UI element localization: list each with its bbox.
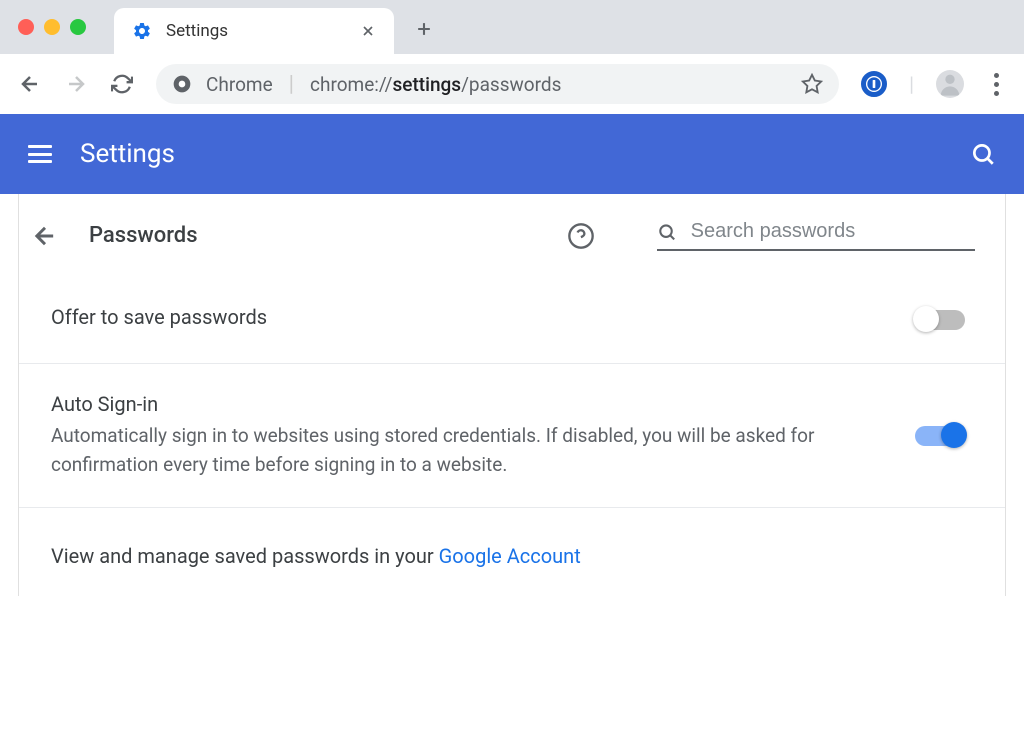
- browser-tab[interactable]: Settings: [114, 8, 394, 54]
- reload-button[interactable]: [110, 72, 134, 96]
- browser-chrome: Settings Chrome | chrome://settings/pass…: [0, 0, 1024, 114]
- chrome-icon: [172, 74, 192, 94]
- sub-header: Passwords: [19, 194, 1005, 277]
- back-arrow-icon[interactable]: [31, 222, 59, 250]
- settings-header: Settings: [0, 114, 1024, 194]
- window-controls: [18, 19, 86, 35]
- maximize-window-button[interactable]: [70, 19, 86, 35]
- search-icon: [657, 221, 677, 243]
- content-card: Passwords Offer to save passwords Auto S…: [18, 194, 1006, 596]
- gear-icon: [132, 21, 152, 41]
- auto-signin-title: Auto Sign-in: [51, 392, 875, 416]
- hamburger-menu-button[interactable]: [28, 145, 52, 163]
- toolbar-divider: |: [909, 72, 914, 96]
- offer-save-title: Offer to save passwords: [51, 305, 875, 329]
- auto-signin-desc: Automatically sign in to websites using …: [51, 422, 875, 479]
- page-title: Passwords: [89, 223, 198, 248]
- search-passwords-field[interactable]: [657, 220, 975, 251]
- offer-save-passwords-row: Offer to save passwords: [19, 277, 1005, 364]
- address-chrome-label: Chrome: [206, 73, 273, 96]
- settings-title: Settings: [80, 139, 175, 169]
- browser-menu-button[interactable]: [986, 73, 1006, 96]
- browser-toolbar: Chrome | chrome://settings/passwords |: [0, 54, 1024, 114]
- bookmark-star-icon[interactable]: [801, 73, 823, 95]
- profile-avatar[interactable]: [936, 70, 964, 98]
- new-tab-button[interactable]: [414, 19, 434, 39]
- extension-1password-icon[interactable]: [861, 71, 887, 97]
- manage-passwords-row: View and manage saved passwords in your …: [19, 508, 1005, 596]
- search-icon[interactable]: [970, 141, 996, 167]
- manage-text: View and manage saved passwords in your: [51, 544, 439, 568]
- search-passwords-input[interactable]: [691, 220, 975, 243]
- google-account-link[interactable]: Google Account: [439, 544, 581, 568]
- back-button[interactable]: [18, 72, 42, 96]
- forward-button[interactable]: [64, 72, 88, 96]
- auto-signin-row: Auto Sign-in Automatically sign in to we…: [19, 364, 1005, 508]
- tab-bar: Settings: [0, 0, 1024, 54]
- help-icon[interactable]: [567, 222, 595, 250]
- close-window-button[interactable]: [18, 19, 34, 35]
- offer-save-toggle[interactable]: [915, 310, 965, 330]
- address-bar[interactable]: Chrome | chrome://settings/passwords: [156, 64, 839, 104]
- auto-signin-toggle[interactable]: [915, 426, 965, 446]
- tab-title: Settings: [166, 21, 346, 41]
- address-separator: |: [289, 72, 294, 97]
- minimize-window-button[interactable]: [44, 19, 60, 35]
- close-tab-icon[interactable]: [360, 23, 376, 39]
- address-url: chrome://settings/passwords: [310, 73, 561, 96]
